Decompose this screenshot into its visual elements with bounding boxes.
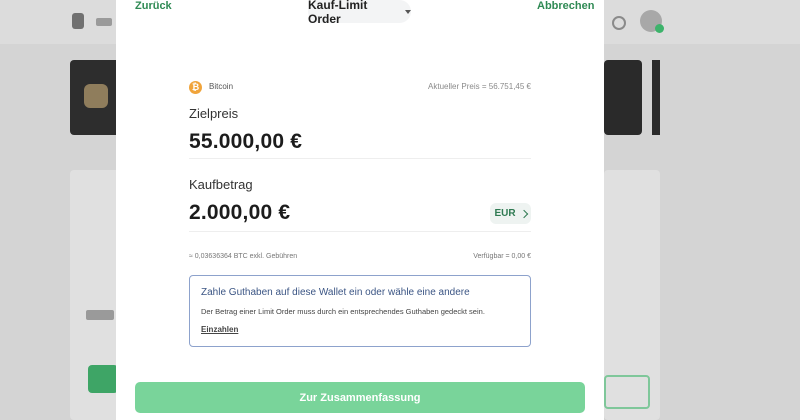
target-price-label: Zielpreis (189, 106, 239, 121)
buy-amount-divider (189, 231, 531, 232)
cancel-link[interactable]: Abbrechen (537, 0, 594, 12)
bitcoin-icon: ₿ (189, 81, 202, 94)
background-notification-icon (612, 16, 626, 30)
asset-row: ₿ Bitcoin Aktueller Preis = 56.751,45 € (189, 80, 531, 96)
target-price-input[interactable]: 55.000,00 € (189, 130, 302, 154)
current-price: Aktueller Preis = 56.751,45 € (428, 82, 531, 91)
currency-label: EUR (494, 208, 516, 219)
order-type-dropdown[interactable]: Kauf-Limit Order (308, 0, 411, 26)
back-link[interactable]: Zurück (135, 0, 172, 12)
background-logo-text (96, 18, 112, 26)
background-avatar-status-dot (655, 24, 664, 33)
chevron-down-icon (405, 9, 411, 14)
background-outline-button (604, 375, 650, 409)
background-green-button (88, 365, 118, 393)
background-card-text (86, 310, 114, 320)
target-price-divider (189, 158, 531, 159)
background-banner-right (604, 60, 642, 135)
deposit-link[interactable]: Einzahlen (201, 325, 238, 334)
wallet-notice: Zahle Guthaben auf diese Wallet ein oder… (189, 275, 531, 347)
chevron-right-icon (519, 209, 528, 218)
background-banner-left (70, 60, 120, 135)
buy-amount-input[interactable]: 2.000,00 € (189, 201, 290, 225)
currency-select-button[interactable]: EUR (490, 203, 531, 224)
wallet-notice-title: Zahle Guthaben auf diese Wallet ein oder… (201, 287, 470, 298)
wallet-notice-text: Der Betrag einer Limit Order muss durch … (201, 307, 485, 316)
background-banner-right-edge (652, 60, 660, 135)
background-logo-icon (72, 13, 84, 29)
order-type-label: Kauf-Limit Order (308, 0, 368, 26)
asset-name: Bitcoin (209, 82, 234, 91)
summary-button[interactable]: Zur Zusammenfassung (135, 382, 585, 413)
available-balance: Verfügbar = 0,00 € (473, 253, 531, 260)
btc-estimate: ≈ 0,03636364 BTC exkl. Gebühren (189, 253, 298, 260)
buy-amount-label: Kaufbetrag (189, 177, 253, 192)
